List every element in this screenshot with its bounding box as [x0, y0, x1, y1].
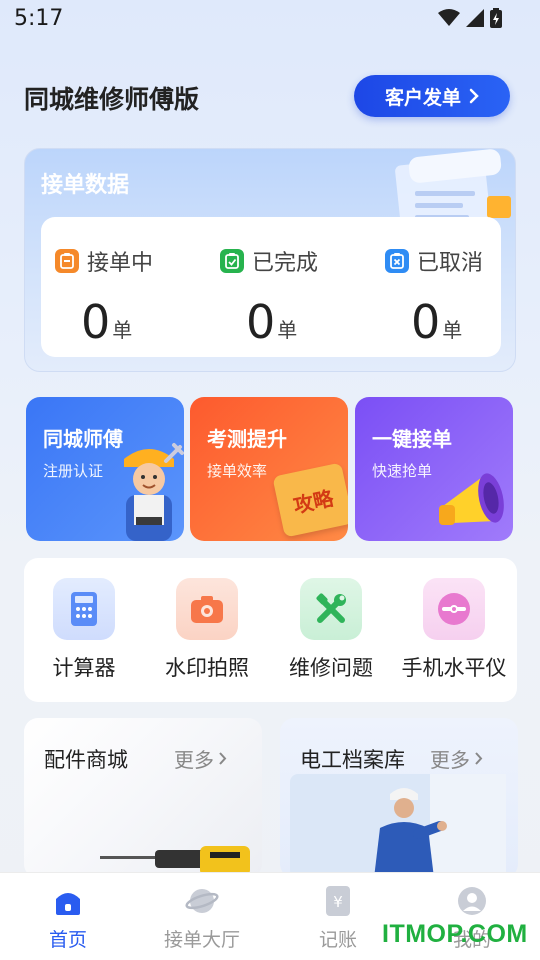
- stat-value: 0: [411, 295, 441, 349]
- chevron-right-icon: [219, 752, 227, 765]
- electrician-archive-title: 电工档案库: [300, 748, 405, 772]
- tool-label: 水印拍照: [165, 656, 249, 680]
- feature-subtitle: 快速抢单: [372, 462, 433, 480]
- nav-item-home[interactable]: 首页: [8, 883, 128, 952]
- feature-title: 一键接单: [372, 427, 452, 451]
- nav-label: 首页: [48, 929, 87, 951]
- site-watermark: ITMOP.COM: [382, 920, 528, 948]
- parts-shop-more-link[interactable]: 更多: [174, 744, 227, 773]
- stat-value: 0: [246, 295, 276, 349]
- electrician-archive-more-link[interactable]: 更多: [430, 744, 483, 773]
- planet-icon: [184, 883, 220, 919]
- tools-card: 计算器 水印拍照 维修问题 手机水平仪: [24, 558, 517, 702]
- status-time: 5:17: [14, 6, 64, 31]
- nav-item-accounting[interactable]: ¥ 记账: [278, 883, 398, 952]
- parts-shop-card[interactable]: 配件商城 更多: [24, 718, 262, 878]
- stat-label: 已取消: [417, 251, 484, 276]
- battery-icon: [490, 8, 502, 28]
- feature-quick-order[interactable]: 一键接单 快速抢单: [355, 397, 513, 541]
- camera-icon: [176, 578, 238, 640]
- stat-label: 接单中: [87, 251, 154, 276]
- tool-label: 手机水平仪: [401, 656, 507, 680]
- stat-completed[interactable]: 已完成 0 单: [206, 217, 359, 357]
- stat-unit: 单: [277, 318, 298, 342]
- wifi-icon: [438, 9, 460, 26]
- tool-watermark-camera[interactable]: 水印拍照: [145, 578, 269, 682]
- megaphone-icon: [439, 473, 504, 525]
- electrician-photo: [290, 774, 506, 878]
- ledger-icon: ¥: [320, 883, 356, 919]
- tool-label: 计算器: [52, 656, 116, 680]
- client-order-label: 客户发单: [384, 86, 461, 109]
- nav-label: 记账: [318, 929, 357, 951]
- more-label: 更多: [430, 748, 470, 772]
- stat-label: 已完成: [252, 251, 319, 276]
- feature-subtitle: 注册认证: [43, 462, 104, 480]
- status-icons: [438, 8, 502, 28]
- svg-text:¥: ¥: [333, 893, 343, 911]
- stat-cancelled[interactable]: 已取消 0 单: [371, 217, 524, 357]
- feature-title: 考测提升: [207, 427, 287, 451]
- level-icon: [423, 578, 485, 640]
- feature-title: 同城师傅: [43, 427, 123, 451]
- user-icon: [454, 883, 490, 919]
- tool-phone-level[interactable]: 手机水平仪: [392, 578, 516, 682]
- parts-shop-title: 配件商城: [44, 748, 128, 772]
- order-stats-card: 接单数据 接单中 0 单 已完成 0 单 已取消 0 单: [24, 148, 516, 372]
- stat-unit: 单: [442, 318, 463, 342]
- stat-in-progress[interactable]: 接单中 0 单: [41, 217, 194, 357]
- tool-repair-issues[interactable]: 维修问题: [269, 578, 393, 682]
- feature-local-worker[interactable]: 同城师傅 注册认证: [26, 397, 184, 541]
- nav-label: 接单大厅: [163, 929, 240, 951]
- electrician-archive-card[interactable]: 电工档案库 更多: [280, 718, 518, 878]
- clipboard-check-icon: [220, 249, 244, 273]
- stats-panel: 接单中 0 单 已完成 0 单 已取消 0 单: [41, 217, 501, 357]
- client-order-button[interactable]: 客户发单: [354, 75, 510, 117]
- clipboard-x-icon: [385, 249, 409, 273]
- signal-icon: [466, 9, 484, 27]
- page-title: 同城维修师傅版: [24, 85, 200, 114]
- guide-badge-text: 攻略: [291, 485, 336, 518]
- calculator-icon: [53, 578, 115, 640]
- tool-label: 维修问题: [289, 656, 373, 680]
- status-bar: 5:17: [0, 0, 540, 38]
- tool-calculator[interactable]: 计算器: [22, 578, 146, 682]
- home-icon: [50, 883, 86, 919]
- guide-book-icon: 攻略: [272, 462, 348, 538]
- feature-subtitle: 接单效率: [207, 462, 268, 480]
- chevron-right-icon: [475, 752, 483, 765]
- feature-skill-test[interactable]: 考测提升 接单效率 攻略: [190, 397, 348, 541]
- more-label: 更多: [174, 748, 214, 772]
- stats-title: 接单数据: [41, 173, 130, 198]
- tools-icon: [300, 578, 362, 640]
- worker-illustration-icon: [124, 443, 184, 541]
- clipboard-icon: [55, 249, 79, 273]
- stat-value: 0: [81, 295, 111, 349]
- chevron-right-icon: [469, 88, 479, 104]
- stat-unit: 单: [112, 318, 133, 342]
- nav-item-order-hall[interactable]: 接单大厅: [142, 883, 262, 952]
